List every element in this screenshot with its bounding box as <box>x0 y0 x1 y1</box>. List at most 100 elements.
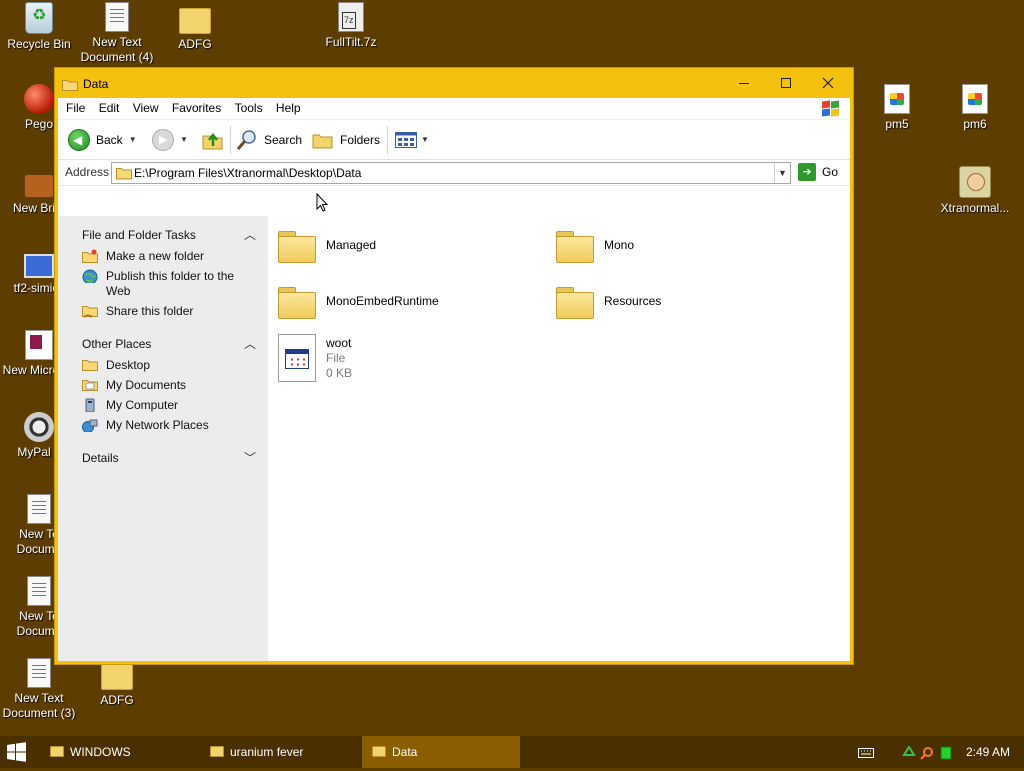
menu-view[interactable]: View <box>133 98 159 115</box>
share-folder-link[interactable]: Share this folder <box>82 304 256 319</box>
other-places-header[interactable]: Other Places ︿ <box>82 333 256 355</box>
up-folder-icon <box>202 132 223 150</box>
file-folder-tasks-header[interactable]: File and Folder Tasks ︿ <box>82 224 256 246</box>
folder-item-managed[interactable]: Managed <box>278 224 376 266</box>
close-button[interactable] <box>807 68 849 98</box>
desktop-icon-recycle-bin[interactable]: Recycle Bin <box>0 2 78 52</box>
forward-arrow-icon <box>152 129 174 151</box>
folder-item-mono[interactable]: Mono <box>556 224 634 266</box>
search-tray-icon[interactable] <box>920 736 934 768</box>
7z-archive-icon <box>338 2 364 32</box>
file-item-woot[interactable]: woot File 0 KB <box>278 332 352 384</box>
keyboard-tray-icon[interactable] <box>858 736 874 768</box>
menu-edit[interactable]: Edit <box>99 98 120 115</box>
place-my-network-label: My Network Places <box>106 418 209 432</box>
explorer-body: File and Folder Tasks ︿ Make a new folde… <box>58 216 850 661</box>
folders-label: Folders <box>340 133 381 147</box>
desktop-icon-adfg-folder[interactable]: ADFG <box>78 658 156 708</box>
chevron-down-icon[interactable]: ﹀ <box>244 447 256 469</box>
address-input[interactable]: E:\Program Files\Xtranormal\Desktop\Data… <box>111 162 791 184</box>
chevron-up-icon[interactable]: ︿ <box>244 224 256 246</box>
details-title: Details <box>82 451 119 465</box>
documents-folder-icon <box>82 380 98 391</box>
go-button[interactable]: ➔ Go <box>798 163 838 181</box>
desktop-icon-label: pm5 <box>885 117 909 131</box>
desktop-icon-label: New Text Document (4) <box>80 35 154 64</box>
start-button[interactable] <box>0 736 34 768</box>
up-folder-button[interactable] <box>201 128 225 152</box>
desktop-icon-xtranormal[interactable]: Xtranormal... <box>936 166 1014 216</box>
explorer-window[interactable]: Data File Edit View Favorites Tools Help <box>54 67 854 665</box>
share-folder-label: Share this folder <box>106 304 194 318</box>
details-header[interactable]: Details ﹀ <box>82 447 256 469</box>
views-button[interactable]: ▼ <box>394 128 429 152</box>
file-meta: woot File 0 KB <box>326 336 352 381</box>
place-desktop-link[interactable]: Desktop <box>82 358 256 373</box>
status-tray-icon[interactable] <box>940 736 952 768</box>
search-button[interactable]: Search <box>236 128 302 152</box>
menu-tools[interactable]: Tools <box>235 98 263 115</box>
place-my-computer-link[interactable]: My Computer <box>82 398 256 413</box>
window-client: File Edit View Favorites Tools Help Back… <box>58 98 850 661</box>
make-new-folder-link[interactable]: Make a new folder <box>82 249 256 264</box>
network-tray-icon[interactable] <box>902 736 916 768</box>
taskbar-item-data[interactable]: Data <box>362 736 520 768</box>
taskbar-item-label: WINDOWS <box>70 745 131 759</box>
desktop-icon-new-text-document-3[interactable]: New Text Document (3) <box>0 658 78 721</box>
chevron-down-icon: ▼ <box>128 135 137 144</box>
desktop-icon-new-text-document-4[interactable]: New Text Document (4) <box>78 2 156 65</box>
access-document-icon <box>25 330 53 360</box>
publish-folder-link[interactable]: Publish this folder to the Web <box>82 269 256 299</box>
desktop-icon-label: Recycle Bin <box>7 37 71 51</box>
desktop-icon-adfg-zip[interactable]: ADFG <box>156 2 234 52</box>
image-document-icon <box>884 84 910 114</box>
maximize-icon <box>781 77 791 88</box>
menu-favorites[interactable]: Favorites <box>172 98 221 115</box>
minimize-button[interactable] <box>723 68 765 98</box>
window-titlebar[interactable]: Data <box>55 68 853 98</box>
search-icon <box>236 130 256 150</box>
address-dropdown-button[interactable]: ▼ <box>774 163 790 183</box>
folder-item-monoembedruntime[interactable]: MonoEmbedRuntime <box>278 280 439 322</box>
red-orb-icon <box>24 84 54 114</box>
folder-icon <box>101 664 133 690</box>
new-folder-icon <box>82 249 98 263</box>
task-pane: File and Folder Tasks ︿ Make a new folde… <box>58 216 268 661</box>
other-places-title: Other Places <box>82 337 152 351</box>
taskbar-item-windows[interactable]: WINDOWS <box>40 736 200 768</box>
desktop-icon-pm5[interactable]: pm5 <box>858 84 936 132</box>
folder-icon <box>278 229 316 263</box>
taskbar-item-label: uranium fever <box>230 745 304 759</box>
folder-icon <box>556 285 594 319</box>
folder-item-name: Resources <box>604 294 662 308</box>
xtranormal-icon <box>959 166 991 198</box>
menu-help[interactable]: Help <box>276 98 301 115</box>
shared-folder-icon <box>82 306 98 318</box>
forward-button[interactable]: ▼ <box>152 128 188 152</box>
clock[interactable]: 2:49 AM <box>966 736 1010 768</box>
chevron-down-icon: ▼ <box>180 135 188 144</box>
place-my-documents-link[interactable]: My Documents <box>82 378 256 393</box>
menu-file[interactable]: File <box>66 98 85 115</box>
folder-icon <box>556 229 594 263</box>
taskbar-item-uranium-fever[interactable]: uranium fever <box>200 736 360 768</box>
taskbar: WINDOWS uranium fever Data 2:49 AM <box>0 736 1024 768</box>
address-bar: Address E:\Program Files\Xtranormal\Desk… <box>58 160 850 186</box>
briefcase-icon <box>24 174 54 198</box>
back-button[interactable]: Back ▼ <box>68 128 137 152</box>
chevron-up-icon[interactable]: ︿ <box>244 333 256 355</box>
folders-button[interactable]: Folders <box>312 128 380 152</box>
place-my-network-link[interactable]: My Network Places <box>82 418 256 433</box>
close-icon <box>822 77 834 89</box>
go-label: Go <box>822 165 839 179</box>
desktop-icon-fulltilt-7z[interactable]: FullTilt.7z <box>312 2 390 50</box>
folder-icon <box>50 746 64 757</box>
toolbar: Back ▼ ▼ Search <box>58 120 850 160</box>
maximize-button[interactable] <box>765 68 807 98</box>
toolbar-separator <box>230 126 231 154</box>
desktop-icon-pm6[interactable]: pm6 <box>936 84 1014 132</box>
address-path: E:\Program Files\Xtranormal\Desktop\Data <box>134 166 362 180</box>
place-my-documents-label: My Documents <box>106 378 187 392</box>
folder-item-resources[interactable]: Resources <box>556 280 661 322</box>
folder-icon <box>82 360 98 371</box>
